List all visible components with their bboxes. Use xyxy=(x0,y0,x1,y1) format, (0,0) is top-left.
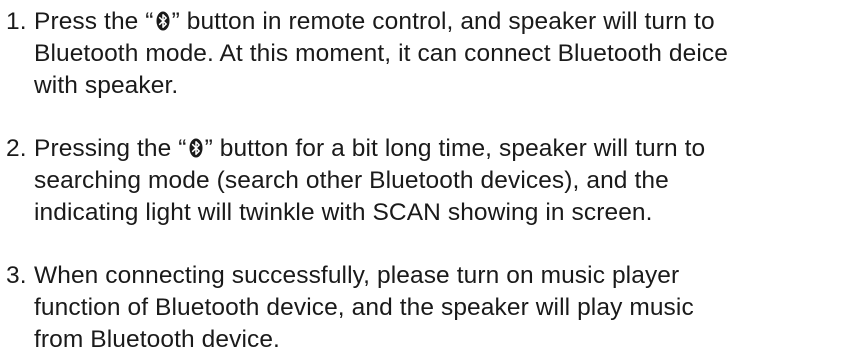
step-line: function of Bluetooth device, and the sp… xyxy=(34,294,694,321)
step-number: 1. xyxy=(6,8,27,35)
step-line-text: ” button for a bit long time, speaker wi… xyxy=(204,135,706,162)
step-2: 2. Pressing the “ ” button for a bit long… xyxy=(6,133,851,229)
step-line: with speaker. xyxy=(34,72,179,99)
step-line: Press the “ ” button in remote control, a… xyxy=(34,6,851,38)
bluetooth-icon xyxy=(156,11,170,31)
step-line-text: Press the “ xyxy=(34,8,154,35)
step-line: from Bluetooth device. xyxy=(34,326,280,353)
step-line: Bluetooth mode. At this moment, it can c… xyxy=(34,40,728,67)
step-text: When connecting successfully, please tur… xyxy=(34,260,851,356)
step-line: searching mode (search other Bluetooth d… xyxy=(34,167,669,194)
step-number: 3. xyxy=(6,262,27,289)
step-line: indicating light will twinkle with SCAN … xyxy=(34,199,653,226)
step-line-text: Pressing the “ xyxy=(34,135,187,162)
step-text: Pressing the “ ” button for a bit long ti… xyxy=(34,133,851,229)
step-number: 2. xyxy=(6,135,27,162)
step-line: Pressing the “ ” button for a bit long ti… xyxy=(34,133,851,165)
step-3: 3. When connecting successfully, please … xyxy=(6,260,851,356)
bluetooth-instructions: 1. Press the “ ” button in remote control… xyxy=(6,6,851,356)
step-line-text: ” button in remote control, and speaker … xyxy=(171,8,715,35)
step-1: 1. Press the “ ” button in remote control… xyxy=(6,6,851,102)
step-line: When connecting successfully, please tur… xyxy=(34,262,680,289)
bluetooth-icon xyxy=(189,138,203,158)
step-text: Press the “ ” button in remote control, a… xyxy=(34,6,851,102)
